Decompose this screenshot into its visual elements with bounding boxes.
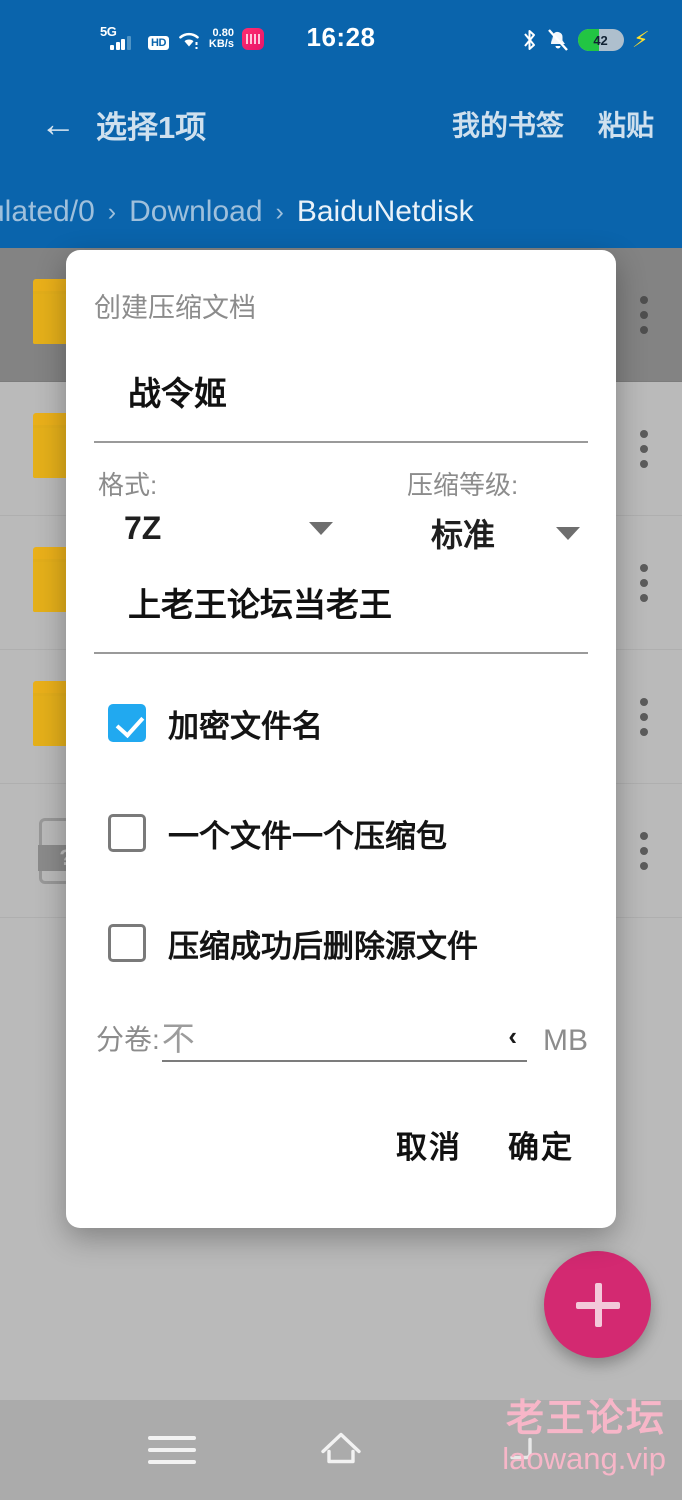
password-input[interactable]: 上老王论坛当老王 — [94, 578, 588, 626]
more-vertical-icon[interactable] — [640, 429, 648, 468]
archive-options-row: 格式: 7Z 压缩等级: 标准 — [94, 465, 588, 556]
checkbox-label: 压缩成功后删除源文件 — [168, 928, 478, 964]
mute-icon — [547, 29, 568, 51]
archive-name-field[interactable]: 战令姬 — [94, 367, 588, 443]
checkbox-checked-icon[interactable] — [108, 704, 146, 742]
archive-name-input[interactable]: 战令姬 — [94, 367, 588, 415]
menu-icon[interactable] — [148, 1428, 196, 1472]
checkbox-encrypt-filenames[interactable]: 加密文件名 — [94, 684, 588, 762]
checkbox-label: 一个文件一个压缩包 — [168, 818, 447, 854]
split-volume-row: 分卷: 不 ‹ MB — [94, 1012, 588, 1062]
breadcrumb-item-2[interactable]: BaiduNetdisk — [297, 195, 474, 229]
more-vertical-icon[interactable] — [640, 697, 648, 736]
format-label: 格式: — [98, 470, 158, 500]
bluetooth-icon — [523, 30, 535, 50]
compression-level-value: 标准 — [431, 517, 496, 553]
chevron-left-icon[interactable]: ‹ — [508, 1021, 517, 1052]
breadcrumb: ulated/0 › Download › BaiduNetdisk — [0, 176, 682, 248]
breadcrumb-item-1[interactable]: Download — [129, 195, 262, 229]
format-value: 7Z — [124, 510, 162, 546]
checkbox-label: 加密文件名 — [168, 708, 323, 744]
more-vertical-icon[interactable] — [640, 831, 648, 870]
selection-toolbar: ← 选择1项 我的书签 粘贴 — [0, 72, 682, 176]
breadcrumb-item-0[interactable]: ulated/0 — [0, 195, 95, 229]
page-title: 选择1项 — [96, 109, 207, 145]
paste-button[interactable]: 粘贴 — [598, 104, 654, 144]
split-volume-input[interactable]: 不 ‹ — [161, 1012, 527, 1062]
charging-bolt-icon: ⚡ — [630, 27, 650, 52]
compression-level-select[interactable]: 压缩等级: 标准 — [341, 465, 588, 556]
checkbox-one-archive-per-file[interactable]: 一个文件一个压缩包 — [94, 794, 588, 872]
dialog-actions: 取消 确定 — [94, 1122, 588, 1167]
battery-icon: 42 — [577, 29, 624, 51]
create-archive-dialog: 创建压缩文档 战令姬 格式: 7Z 压缩等级: 标准 上老王论坛当老王 加密文件… — [66, 250, 616, 1228]
home-icon[interactable] — [315, 1426, 367, 1475]
checkbox-unchecked-icon[interactable] — [108, 814, 146, 852]
password-field[interactable]: 上老王论坛当老王 — [94, 578, 588, 654]
add-fab-button[interactable] — [544, 1251, 651, 1358]
status-bar: 5G HD 0.80 KB/s 16:28 42 ⚡ — [0, 0, 682, 72]
confirm-button[interactable]: 确定 — [508, 1122, 574, 1167]
back-icon[interactable] — [500, 1426, 540, 1475]
chevron-down-icon[interactable] — [309, 522, 333, 535]
split-volume-unit: MB — [543, 1024, 588, 1057]
plus-icon — [575, 1282, 620, 1327]
chevron-down-icon[interactable] — [556, 526, 580, 540]
options-checkbox-group: 加密文件名 一个文件一个压缩包 压缩成功后删除源文件 — [94, 684, 588, 982]
bookmarks-button[interactable]: 我的书签 — [452, 104, 564, 144]
field-underline — [94, 441, 588, 443]
chevron-right-icon: › — [275, 197, 284, 226]
battery-percent: 42 — [593, 32, 608, 48]
field-underline — [94, 652, 588, 654]
checkbox-unchecked-icon[interactable] — [108, 924, 146, 962]
chevron-right-icon: › — [107, 197, 117, 226]
dialog-title: 创建压缩文档 — [94, 293, 256, 323]
split-volume-value: 不 — [161, 1020, 195, 1057]
format-select[interactable]: 格式: 7Z — [94, 465, 341, 556]
app-header: 5G HD 0.80 KB/s 16:28 42 ⚡ ← 选择1项 我的书签 粘… — [0, 0, 682, 248]
phone-screen: 战令姬 ? 5G — [0, 0, 682, 1500]
back-icon[interactable]: ← — [26, 106, 90, 142]
checkbox-delete-source-after[interactable]: 压缩成功后删除源文件 — [94, 904, 588, 982]
cancel-button[interactable]: 取消 — [396, 1122, 462, 1167]
compression-level-label: 压缩等级: — [407, 470, 519, 500]
system-navigation-bar — [0, 1400, 682, 1500]
more-vertical-icon[interactable] — [640, 295, 648, 334]
split-volume-label: 分卷: — [96, 1024, 160, 1055]
more-vertical-icon[interactable] — [640, 563, 648, 602]
